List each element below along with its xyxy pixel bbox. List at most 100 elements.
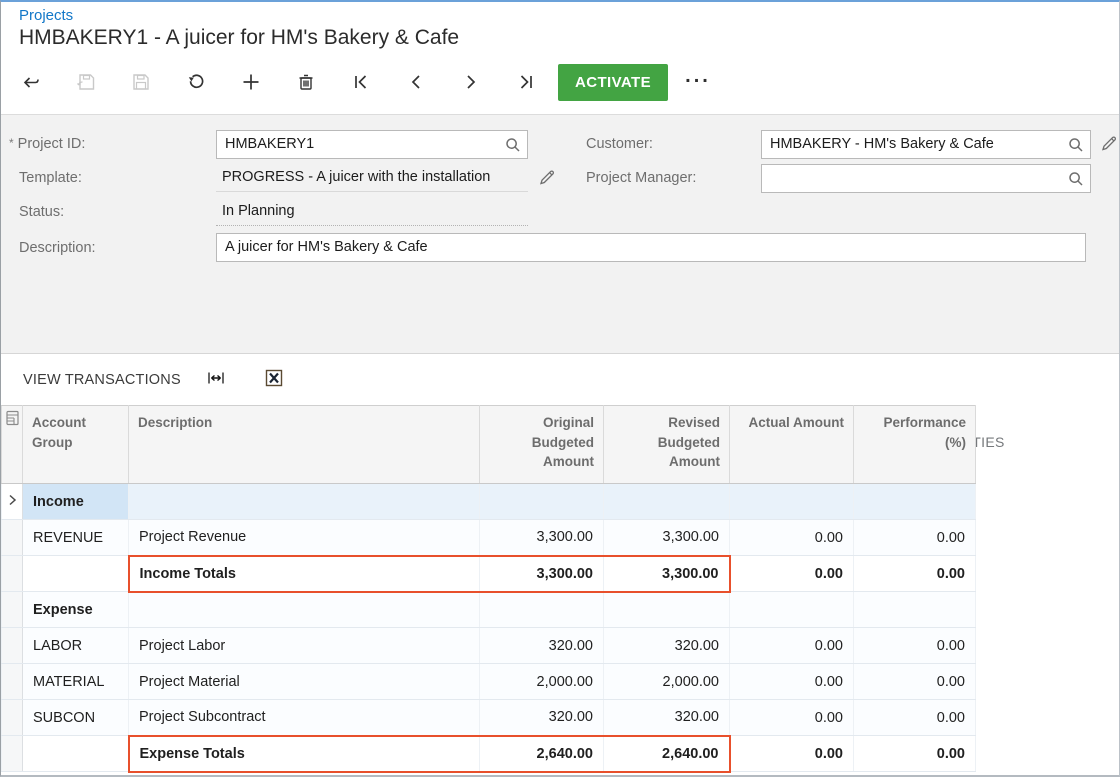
- add-new-button[interactable]: [223, 62, 278, 102]
- cell-revised[interactable]: 320.00: [604, 628, 730, 664]
- cell-account-group[interactable]: SUBCON: [23, 700, 129, 736]
- cell-performance[interactable]: 0.00: [854, 700, 976, 736]
- cell-description[interactable]: Project Subcontract: [129, 700, 480, 736]
- delete-icon: [295, 71, 317, 93]
- cell-account-group[interactable]: REVENUE: [23, 520, 129, 556]
- go-first-button[interactable]: [333, 62, 388, 102]
- cell-actual[interactable]: 0.00: [730, 520, 854, 556]
- back-button[interactable]: [3, 62, 58, 102]
- go-first-icon: [350, 71, 372, 93]
- status-label: Status:: [19, 204, 64, 220]
- project-form: *Project ID: HMBAKERY1 Template: PROGRES…: [1, 115, 1119, 354]
- cell-performance[interactable]: 0.00: [854, 556, 976, 592]
- cell-performance[interactable]: 0.00: [854, 664, 976, 700]
- group-row-income[interactable]: Income: [2, 484, 976, 520]
- cell-original[interactable]: 320.00: [480, 628, 604, 664]
- project-manager-label: Project Manager:: [586, 170, 696, 186]
- cancel-undo-button[interactable]: [168, 62, 223, 102]
- cell-original[interactable]: 3,300.00: [480, 556, 604, 592]
- group-row-expense[interactable]: Expense: [2, 592, 976, 628]
- project-manager-input[interactable]: [761, 164, 1091, 193]
- cell-actual[interactable]: 0.00: [730, 700, 854, 736]
- grid-header-row: Account Group Description Original Budge…: [2, 406, 976, 484]
- save-icon: [130, 71, 152, 93]
- group-label-cell[interactable]: Income: [23, 484, 129, 520]
- column-header-actual-amount[interactable]: Actual Amount: [730, 406, 854, 484]
- go-previous-button[interactable]: [388, 62, 443, 102]
- more-actions-button[interactable]: ...: [675, 64, 721, 101]
- fit-width-button[interactable]: [201, 363, 231, 396]
- cell-description[interactable]: Project Labor: [129, 628, 480, 664]
- activate-button[interactable]: ACTIVATE: [558, 64, 668, 101]
- description-input[interactable]: A juicer for HM's Bakery & Cafe: [216, 233, 1086, 262]
- cell-revised[interactable]: 2,000.00: [604, 664, 730, 700]
- cell-revised[interactable]: 2,640.00: [604, 736, 730, 772]
- cell-revised[interactable]: 3,300.00: [604, 556, 730, 592]
- chevron-right-icon: [5, 493, 19, 507]
- save-and-close-button[interactable]: [58, 62, 113, 102]
- table-row-revenue[interactable]: REVENUE Project Revenue 3,300.00 3,300.0…: [2, 520, 976, 556]
- description-label: Description:: [19, 240, 96, 256]
- project-id-input[interactable]: HMBAKERY1: [216, 130, 528, 159]
- edit-pencil-icon: [1099, 133, 1119, 153]
- breadcrumb[interactable]: Projects: [19, 7, 73, 24]
- total-row-expense[interactable]: Expense Totals 2,640.00 2,640.00 0.00 0.…: [2, 736, 976, 772]
- template-label: Template:: [19, 170, 82, 186]
- cell-revised[interactable]: 3,300.00: [604, 520, 730, 556]
- grid-settings-cell[interactable]: [2, 406, 23, 484]
- go-previous-icon: [405, 71, 427, 93]
- search-icon[interactable]: [1066, 135, 1086, 155]
- undo-icon: [185, 71, 207, 93]
- table-row-labor[interactable]: LABOR Project Labor 320.00 320.00 0.00 0…: [2, 628, 976, 664]
- template-edit-button[interactable]: [535, 165, 559, 191]
- fit-width-icon: [205, 367, 227, 389]
- table-row-material[interactable]: MATERIAL Project Material 2,000.00 2,000…: [2, 664, 976, 700]
- page-title: HMBAKERY1 - A juicer for HM's Bakery & C…: [19, 26, 459, 50]
- search-icon[interactable]: [1066, 169, 1086, 189]
- cell-description[interactable]: Expense Totals: [129, 736, 480, 772]
- column-header-account-group[interactable]: Account Group: [23, 406, 129, 484]
- customer-input[interactable]: HMBAKERY - HM's Bakery & Cafe: [761, 130, 1091, 159]
- cell-performance[interactable]: 0.00: [854, 520, 976, 556]
- cell-original[interactable]: 2,640.00: [480, 736, 604, 772]
- go-next-button[interactable]: [443, 62, 498, 102]
- column-header-revised-budgeted-amount[interactable]: Revised Budgeted Amount: [604, 406, 730, 484]
- cell-original[interactable]: 3,300.00: [480, 520, 604, 556]
- cell-account-group[interactable]: MATERIAL: [23, 664, 129, 700]
- cell-actual[interactable]: 0.00: [730, 736, 854, 772]
- cell-actual[interactable]: 0.00: [730, 556, 854, 592]
- save-button[interactable]: [113, 62, 168, 102]
- cell-revised[interactable]: 320.00: [604, 700, 730, 736]
- column-header-description[interactable]: Description: [129, 406, 480, 484]
- row-expander-cell[interactable]: [2, 484, 23, 520]
- template-value: PROGRESS - A juicer with the installatio…: [216, 164, 528, 192]
- cell-performance[interactable]: 0.00: [854, 628, 976, 664]
- save-and-close-icon: [75, 71, 97, 93]
- table-row-subcon[interactable]: SUBCON Project Subcontract 320.00 320.00…: [2, 700, 976, 736]
- required-marker: *: [9, 136, 14, 150]
- add-icon: [240, 71, 262, 93]
- search-icon[interactable]: [503, 135, 523, 155]
- customer-edit-button[interactable]: [1097, 131, 1120, 157]
- view-transactions-button[interactable]: VIEW TRANSACTIONS: [19, 366, 185, 394]
- edit-pencil-icon: [537, 167, 557, 187]
- column-header-original-budgeted-amount[interactable]: Original Budgeted Amount: [480, 406, 604, 484]
- column-header-performance[interactable]: Performance (%): [854, 406, 976, 484]
- cell-actual[interactable]: 0.00: [730, 628, 854, 664]
- cell-description[interactable]: Income Totals: [129, 556, 480, 592]
- cell-description[interactable]: Project Revenue: [129, 520, 480, 556]
- customer-label: Customer:: [586, 136, 653, 152]
- cell-account-group[interactable]: LABOR: [23, 628, 129, 664]
- export-excel-button[interactable]: [259, 363, 289, 396]
- cell-actual[interactable]: 0.00: [730, 664, 854, 700]
- go-last-button[interactable]: [498, 62, 553, 102]
- cell-description[interactable]: Project Material: [129, 664, 480, 700]
- cell-original[interactable]: 2,000.00: [480, 664, 604, 700]
- delete-button[interactable]: [278, 62, 333, 102]
- cell-original[interactable]: 320.00: [480, 700, 604, 736]
- cell-performance[interactable]: 0.00: [854, 736, 976, 772]
- total-row-income[interactable]: Income Totals 3,300.00 3,300.00 0.00 0.0…: [2, 556, 976, 592]
- project-id-label: *Project ID:: [9, 136, 85, 152]
- balances-grid: Account Group Description Original Budge…: [1, 405, 976, 773]
- group-label-cell[interactable]: Expense: [23, 592, 129, 628]
